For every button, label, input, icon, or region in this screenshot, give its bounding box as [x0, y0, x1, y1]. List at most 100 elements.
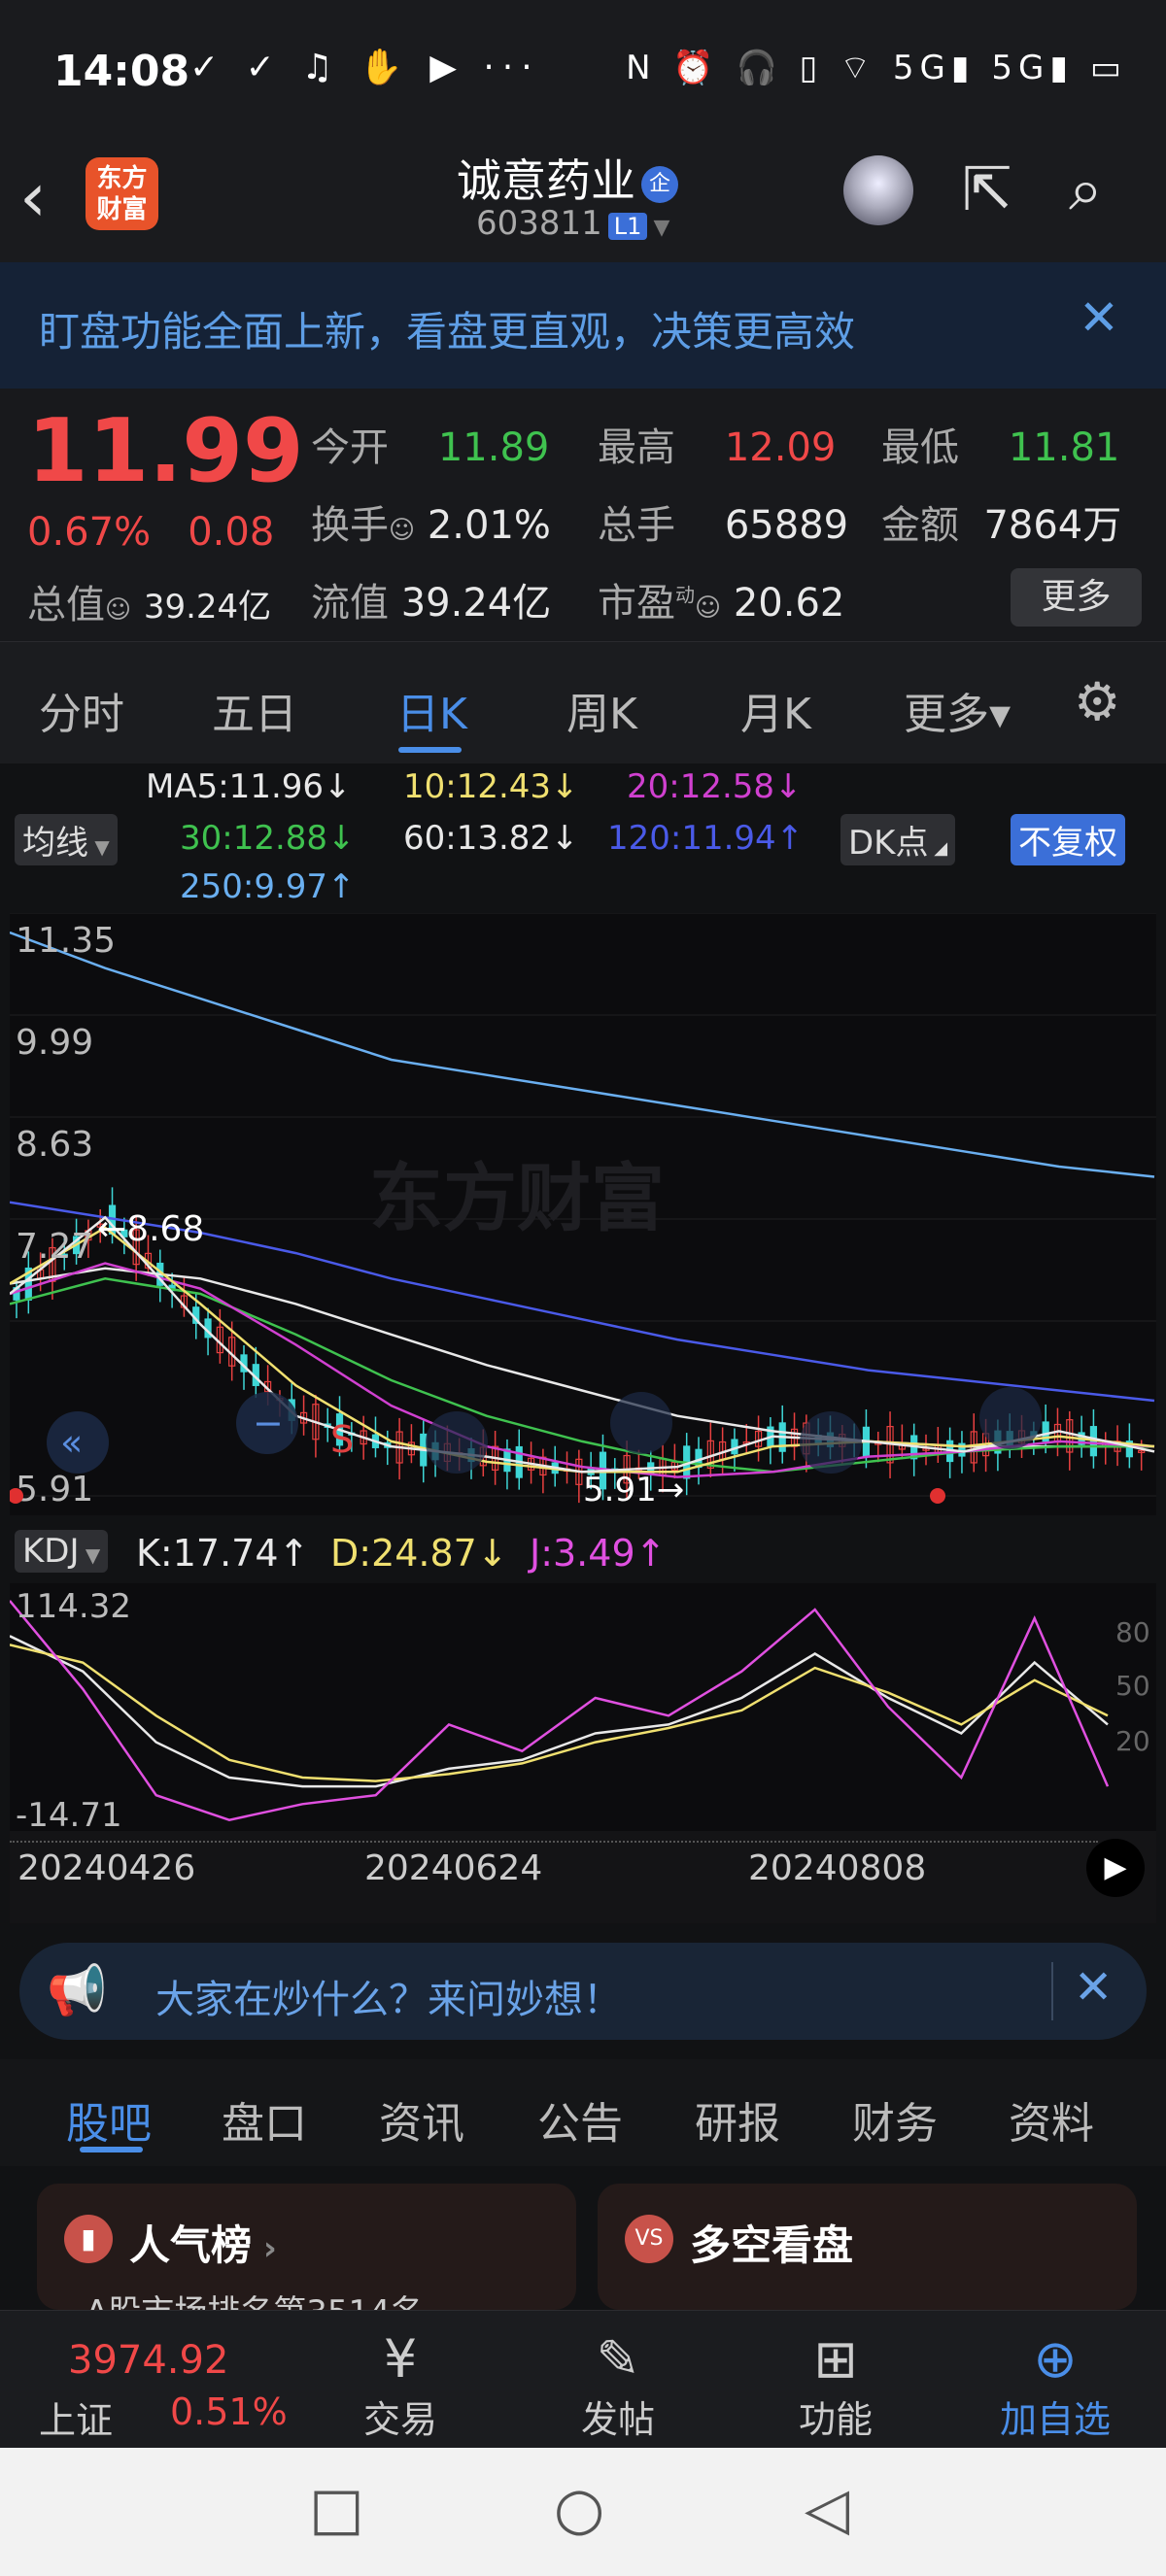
- level-badge: L1: [607, 213, 648, 240]
- tab-announcements[interactable]: 公告: [537, 2088, 623, 2151]
- kdj-d-value: D:24.87↓: [330, 1532, 508, 1575]
- stat-value: 39.24亿: [143, 588, 272, 627]
- back-icon[interactable]: ‹: [19, 157, 47, 237]
- date-label: 20240808: [748, 1848, 927, 1888]
- stat-label: 今开: [311, 425, 389, 470]
- stat-amount: 金额 7864万: [881, 493, 1121, 550]
- play-icon[interactable]: ▶: [1086, 1839, 1145, 1897]
- chevron-down-icon: ▼: [79, 1543, 101, 1567]
- status-bar: 14:08 ✓ ✓ ♫ ✋ ▶ ··· N ⏰ 🎧 ▯ ⌔ 5G▮ 5G▮ ▭: [0, 0, 1166, 146]
- bull-bear-card[interactable]: VS 多空看盘: [598, 2184, 1137, 2310]
- ma10-value: 10:12.43↓: [403, 767, 579, 806]
- ma250-value: 250:9.97↑: [180, 867, 356, 906]
- tab-more[interactable]: 更多▾: [904, 679, 1011, 741]
- tab-weekly-k[interactable]: 周K: [566, 679, 637, 741]
- tab-profile[interactable]: 资料: [1009, 2088, 1094, 2151]
- nav-add-watchlist[interactable]: ⊕ 加自选: [987, 2328, 1123, 2443]
- nav-post[interactable]: ✎ 发帖: [550, 2328, 686, 2443]
- gear-icon[interactable]: ⚙: [1074, 671, 1120, 732]
- trade-icon: ¥: [383, 2328, 418, 2390]
- draw-line-button[interactable]: [426, 1411, 488, 1474]
- tab-news[interactable]: 资讯: [379, 2088, 464, 2151]
- minus-icon: −: [253, 1402, 284, 1444]
- enterprise-badge: 企: [641, 165, 678, 203]
- kdj-level-20: 20: [1115, 1725, 1150, 1757]
- kdj-k-value: K:17.74↑: [136, 1532, 310, 1575]
- y-label: 9.99: [16, 1023, 93, 1063]
- dk-point-toggle[interactable]: DK点 ◢: [840, 814, 956, 865]
- back-nav-icon[interactable]: ◁: [805, 2475, 849, 2543]
- adjustment-toggle[interactable]: 不复权: [1011, 814, 1125, 865]
- nav-trade[interactable]: ¥ 交易: [332, 2328, 468, 2443]
- more-button[interactable]: 更多: [1011, 568, 1142, 627]
- corner-icon: ◢: [928, 838, 948, 859]
- card-title: 多空看盘: [690, 2221, 854, 2269]
- y-label: 7.27: [16, 1227, 93, 1267]
- scroll-right-button[interactable]: [979, 1387, 1042, 1449]
- stat-value: 7864万: [983, 503, 1122, 548]
- stat-value: 2.01%: [427, 503, 551, 548]
- popularity-card[interactable]: ▮ 人气榜 › A股市场排名第3514名: [37, 2184, 576, 2332]
- card-title-text: 人气榜: [129, 2221, 253, 2269]
- plus-circle-icon: ⊕: [1033, 2328, 1078, 2390]
- stock-code[interactable]: 603811 L1 ▼: [476, 204, 669, 243]
- stat-value: 12.09: [724, 425, 837, 470]
- search-icon[interactable]: ⌕: [1069, 153, 1103, 225]
- close-icon[interactable]: ✕: [1074, 1960, 1113, 2015]
- tab-research[interactable]: 研报: [695, 2088, 780, 2151]
- tab-monthly-k[interactable]: 月K: [740, 679, 811, 741]
- vs-icon: VS: [625, 2215, 673, 2263]
- tab-intraday[interactable]: 分时: [39, 679, 124, 741]
- sell-signal: S: [330, 1418, 354, 1461]
- current-price: 11.99: [27, 400, 304, 502]
- card-title: 人气榜 ›: [129, 2213, 277, 2272]
- kdj-selector[interactable]: KDJ ▼: [15, 1530, 109, 1573]
- change-percent: 0.67%: [27, 510, 152, 555]
- tab-five-day[interactable]: 五日: [212, 679, 297, 741]
- stock-header: ‹ 东方 财富 诚意药业企 603811 L1 ▼ ⇱ ⌕: [0, 146, 1166, 262]
- indicator-selector[interactable]: 均线 ▼: [15, 814, 118, 865]
- info-icon[interactable]: ☺: [695, 593, 721, 623]
- tab-guba[interactable]: 股吧: [66, 2088, 152, 2151]
- watermark: 东方财富: [369, 1155, 665, 1241]
- tab-pankou[interactable]: 盘口: [222, 2088, 307, 2151]
- tab-daily-k[interactable]: 日K: [396, 679, 467, 741]
- indicator-selector-label: 均线: [22, 824, 88, 863]
- ask-ai-bar[interactable]: 📢 大家在炒什么？来问妙想！ ✕: [19, 1943, 1147, 2040]
- info-icon[interactable]: ☺: [105, 595, 131, 625]
- stat-turnover: 换手☺ 2.01%: [311, 493, 551, 550]
- index-name[interactable]: 上证: [39, 2390, 113, 2444]
- pen-button[interactable]: [610, 1392, 672, 1454]
- price-chart[interactable]: 东方财富 11.35 9.99 8.63 7.27 5.91 ←8.68 5.9…: [10, 913, 1156, 1515]
- index-change[interactable]: 0.51%: [170, 2390, 288, 2433]
- active-tab-indicator: [398, 747, 462, 753]
- date-label: 20240426: [17, 1848, 196, 1888]
- feature-banner[interactable]: 盯盘功能全面上新，看盘更直观，决策更高效 ✕: [0, 262, 1166, 389]
- nav-functions[interactable]: ⊞ 功能: [768, 2328, 904, 2443]
- stat-label: 流值: [311, 581, 389, 626]
- home-icon[interactable]: ○: [554, 2475, 604, 2543]
- kdj-chart[interactable]: 114.32 -14.71 80 50 20: [10, 1583, 1156, 1831]
- kdj-j-value: J:3.49↑: [530, 1532, 667, 1575]
- grid-icon: ⊞: [813, 2328, 858, 2390]
- edit-icon: ✎: [596, 2328, 640, 2390]
- chevron-down-icon: ▼: [653, 216, 670, 240]
- info-icon[interactable]: ☺: [389, 516, 415, 545]
- stat-label: 换手: [311, 503, 389, 548]
- tab-finance[interactable]: 财务: [852, 2088, 938, 2151]
- zoom-in-button[interactable]: [800, 1411, 862, 1474]
- recents-icon[interactable]: □: [309, 2475, 364, 2543]
- eastmoney-logo[interactable]: 东方 财富: [86, 157, 158, 230]
- nav-label: 加自选: [999, 2398, 1111, 2441]
- close-icon[interactable]: ✕: [1079, 289, 1119, 346]
- change-absolute: 0.08: [188, 510, 275, 555]
- y-label: 8.63: [16, 1125, 93, 1165]
- kdj-level-50: 50: [1115, 1670, 1150, 1702]
- index-value[interactable]: 3974.92: [68, 2338, 228, 2383]
- share-icon[interactable]: ⇱: [962, 153, 1012, 224]
- stat-low: 最低 11.81: [881, 416, 1119, 472]
- assistant-robot-icon[interactable]: [843, 155, 913, 225]
- stat-high: 最高 12.09: [598, 416, 836, 472]
- system-icons: N ⏰ 🎧 ▯ ⌔ 5G▮ 5G▮ ▭: [626, 49, 1127, 87]
- stat-open: 今开 11.89: [311, 416, 549, 472]
